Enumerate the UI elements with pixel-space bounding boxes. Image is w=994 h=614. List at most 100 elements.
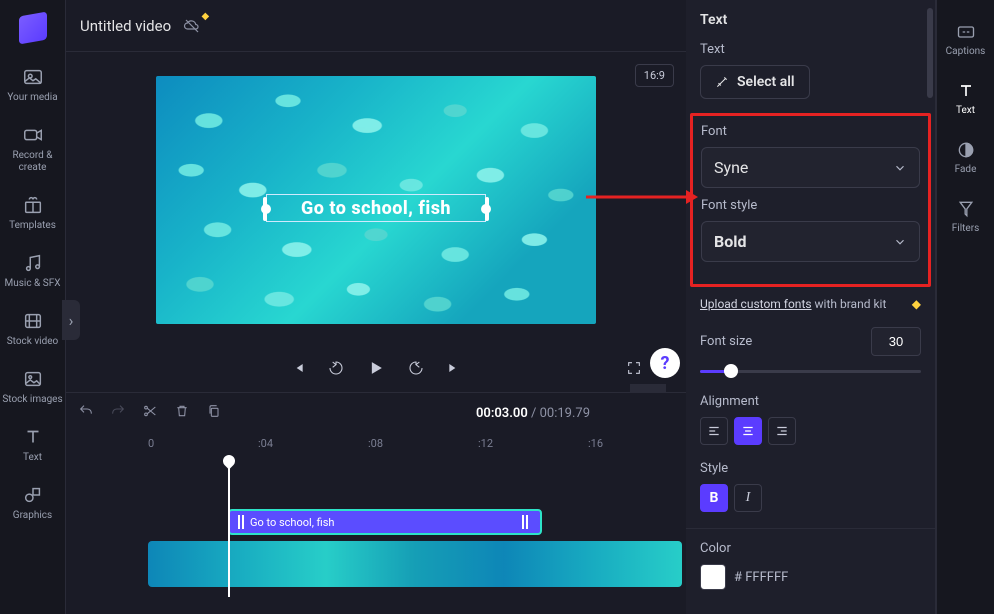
nav-stock-images[interactable]: Stock images [0,358,65,416]
select-all-label: Select all [737,74,795,90]
camera-icon [22,124,44,146]
nav-stock-video[interactable]: Stock video [0,300,65,358]
rnav-text[interactable]: Text [937,69,994,128]
resize-handle-right[interactable] [485,197,489,221]
document-title[interactable]: Untitled video [80,17,171,35]
forward-5-button[interactable] [408,360,424,380]
delete-button[interactable] [174,403,190,423]
nav-graphics[interactable]: Graphics [0,474,65,532]
nav-label: Music & SFX [5,278,61,290]
undo-button[interactable] [78,403,94,423]
font-select[interactable]: Syne [701,147,920,188]
gift-icon [22,194,44,216]
nav-label: Record & create [0,150,65,174]
text-icon [22,426,44,448]
bold-toggle[interactable]: B [700,484,728,512]
bold-glyph: B [710,490,719,506]
ruler-tick: 0 [148,437,154,450]
chevron-down-icon [893,161,907,175]
preview-canvas[interactable]: Go to school, fish [156,76,596,324]
nav-label: Graphics [13,510,52,522]
rnav-label: Fade [955,164,977,175]
current-time: 00:03.00 [476,406,528,421]
rnav-label: Filters [952,223,980,234]
rnav-captions[interactable]: Captions [937,10,994,69]
font-size-input[interactable] [871,327,921,356]
playhead[interactable] [228,457,230,597]
clip-label: Go to school, fish [250,516,334,529]
help-button[interactable]: ? [650,348,680,378]
duplicate-button[interactable] [206,403,222,423]
text-overlay[interactable]: Go to school, fish [266,194,486,222]
time-separator: / [531,406,540,421]
select-all-button[interactable]: Select all [700,65,810,99]
nav-your-media[interactable]: Your media [0,56,65,114]
play-button[interactable] [366,358,386,382]
chevron-down-icon [893,235,907,249]
fullscreen-button[interactable] [626,360,642,380]
rnav-label: Text [956,105,975,116]
rnav-fade[interactable]: Fade [937,128,994,187]
fade-icon [956,140,976,160]
font-style-label: Font style [701,198,920,213]
nav-label: Text [23,452,42,464]
font-size-label: Font size [700,334,752,349]
font-label: Font [701,124,920,139]
align-right-button[interactable] [768,417,796,445]
rnav-label: Captions [946,46,986,57]
font-style-value: Bold [714,232,746,251]
text-section-header: Text [700,42,921,57]
nav-templates[interactable]: Templates [0,184,65,242]
nav-label: Your media [7,92,57,104]
upload-fonts-rest: with brand kit [812,297,887,311]
resize-knob-left[interactable] [261,204,271,214]
ruler-tick: :04 [258,437,273,450]
section-divider [686,528,935,529]
film-icon [22,310,44,332]
italic-toggle[interactable]: I [734,484,762,512]
font-highlight-box: Font Syne Font style Bold [690,113,931,287]
font-size-slider[interactable] [700,364,921,378]
ruler-tick: :16 [588,437,603,450]
upload-fonts-link[interactable]: Upload custom fonts [700,297,812,311]
color-value: # FFFFFF [734,570,788,585]
font-style-select[interactable]: Bold [701,221,920,262]
premium-gem-icon: ◆ [912,297,921,311]
nav-record[interactable]: Record & create [0,114,65,184]
alignment-label: Alignment [700,394,921,409]
align-left-button[interactable] [700,417,728,445]
nav-music[interactable]: Music & SFX [0,242,65,300]
rnav-filters[interactable]: Filters [937,187,994,246]
clip-handle-right[interactable] [522,515,528,529]
app-logo[interactable] [19,0,47,56]
skip-start-button[interactable] [290,360,306,380]
text-clip[interactable]: Go to school, fish [228,509,542,535]
filters-icon [956,199,976,219]
font-value: Syne [714,158,748,177]
wand-icon [715,75,729,89]
color-swatch[interactable] [700,564,726,590]
rewind-5-button[interactable] [328,360,344,380]
style-label: Style [700,461,921,476]
redo-button[interactable] [110,403,126,423]
nav-text[interactable]: Text [0,416,65,474]
color-label: Color [700,541,921,556]
captions-icon [956,22,976,42]
premium-badge-icon: ◆ [201,11,209,22]
split-button[interactable] [142,403,158,423]
shapes-icon [22,484,44,506]
nav-label: Stock video [7,336,59,348]
ruler-tick: :12 [478,437,493,450]
text-icon [956,81,976,101]
panel-title: Text [700,12,921,28]
aspect-ratio-button[interactable]: 16:9 [635,64,674,87]
clip-handle-left[interactable] [238,515,244,529]
music-icon [22,252,44,274]
skip-end-button[interactable] [446,360,462,380]
panel-scrollbar[interactable] [927,8,933,98]
nav-label: Templates [9,220,56,232]
italic-glyph: I [746,490,751,506]
media-icon [22,66,44,88]
align-center-button[interactable] [734,417,762,445]
cloud-sync-icon[interactable]: ◆ [183,17,201,35]
